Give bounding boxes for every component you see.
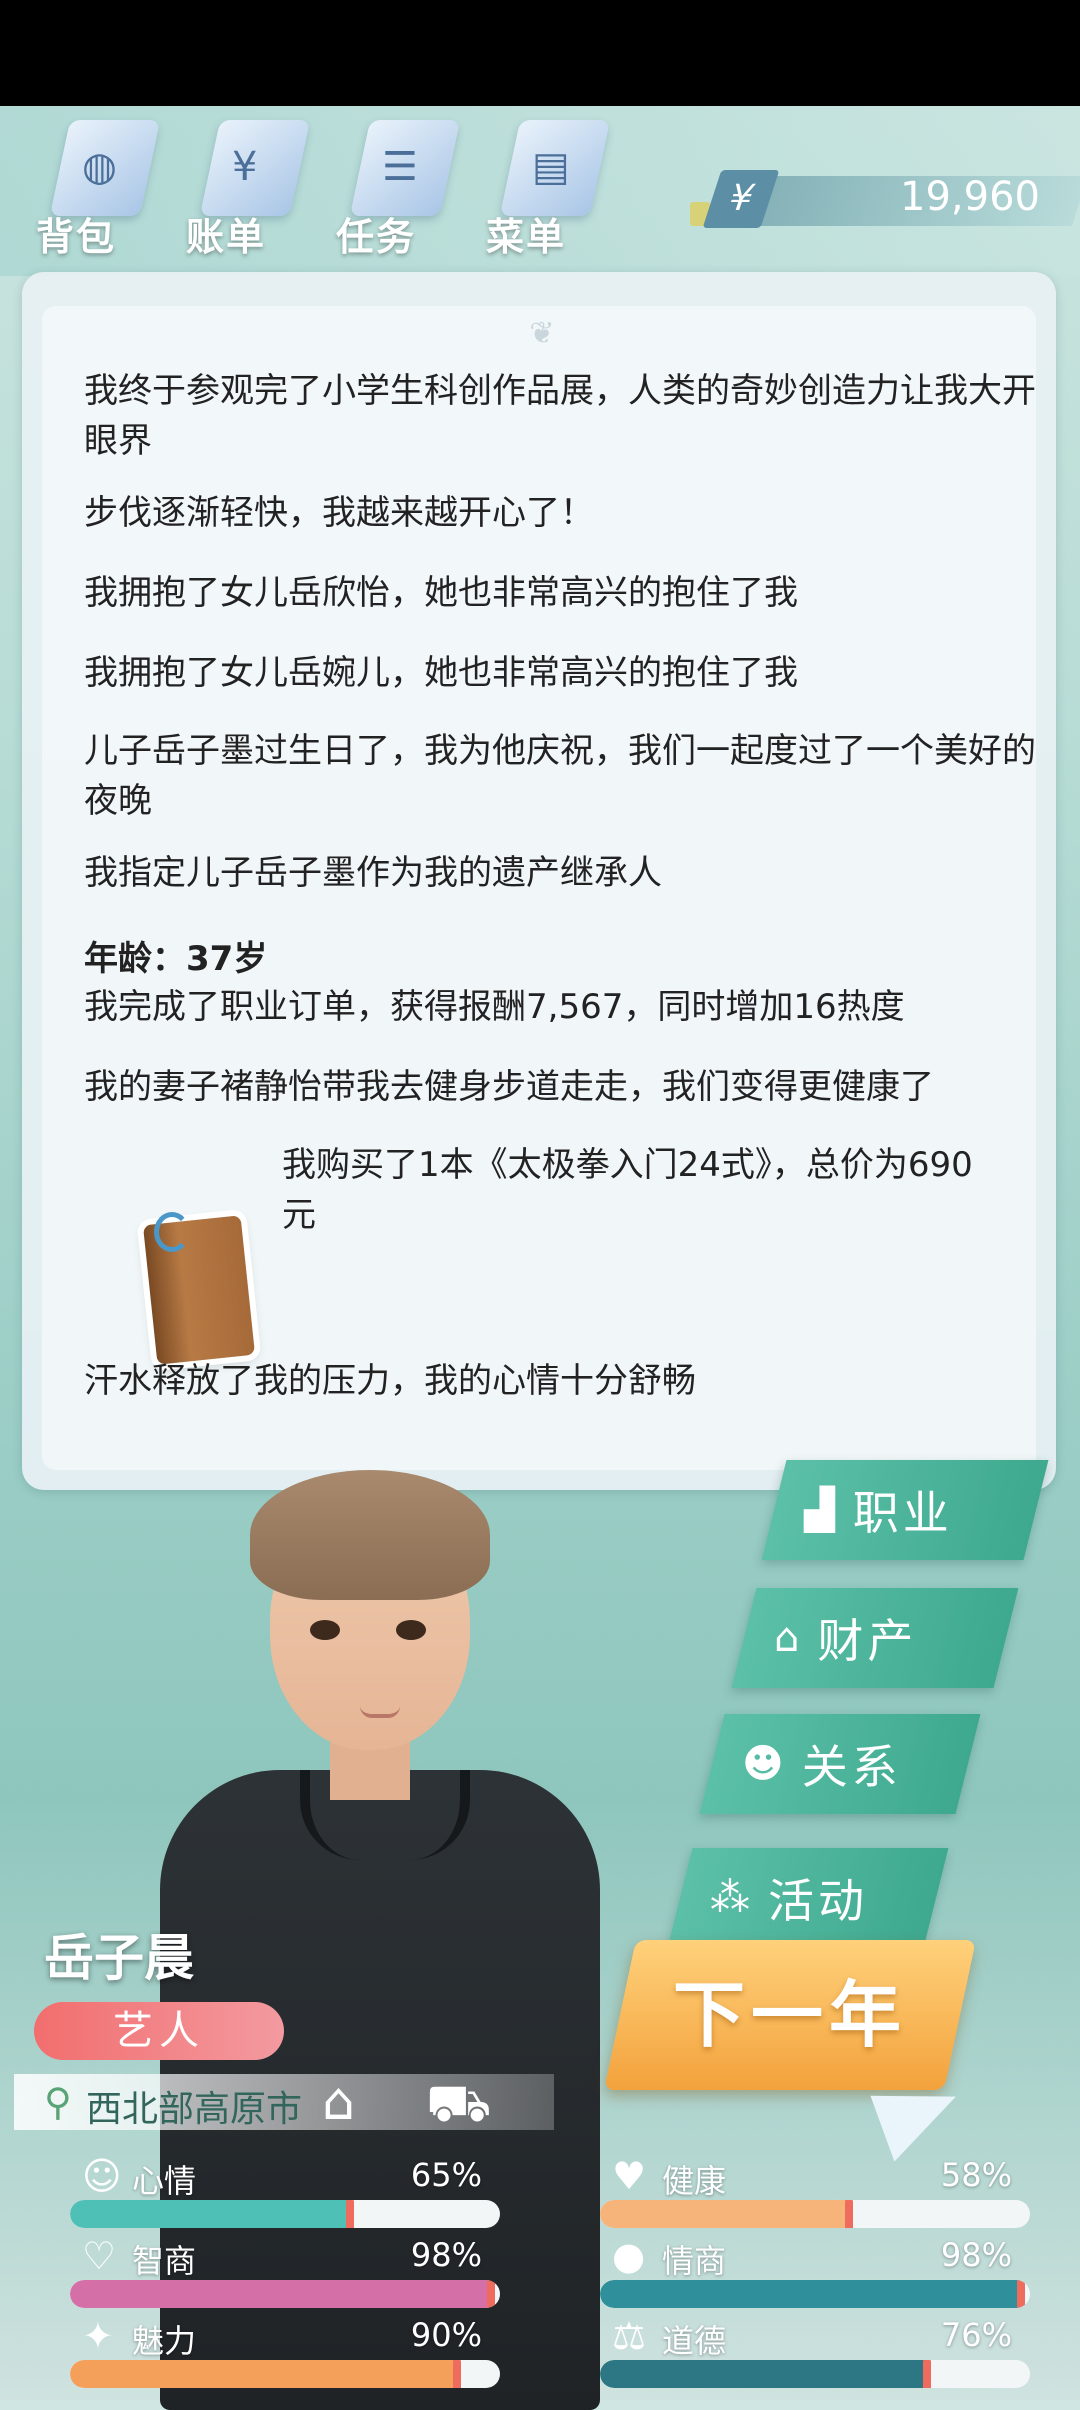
ornament-icon: ❦ [529,316,555,351]
event-log-panel[interactable]: ❦ 我终于参观完了小学生科创作品展，人类的奇妙创造力让我大开眼界 步伐逐渐轻快，… [22,272,1056,1490]
smile-icon: ☺ [82,2154,122,2198]
log-entry: 我拥抱了女儿岳欣怡，她也非常高兴的抱住了我 [84,573,798,613]
stat-charm: ✦ 魅力 90% [40,2310,500,2390]
property-button[interactable]: ⌂ 财产 [731,1588,1019,1688]
log-entry-purchase: 我购买了1本《太极拳入门24式》，总价为690元 [282,1145,973,1235]
stat-mood: ☺ 心情 65% [40,2150,500,2230]
scale-icon: ⚖ [612,2314,647,2358]
book-icon [140,1208,258,1372]
log-entry: 我终于参观完了小学生科创作品展，人类的奇妙创造力让我大开眼界 [84,371,1036,461]
log-entry: 步伐逐渐轻快，我越来越开心了！ [84,493,594,533]
stat-fill [600,2280,1022,2308]
player-name: 岳子晨 [44,1929,194,1987]
people-icon: ☻ [742,1741,784,1787]
apple-icon: ● [612,2234,646,2278]
heart-icon: ♥ [612,2154,647,2198]
star-icon: ✦ [82,2314,114,2358]
stat-eq: ● 情商 98% [570,2230,1030,2310]
stat-morality: ⚖ 道德 76% [570,2310,1030,2390]
job-badge: 艺人 [34,2002,284,2060]
age-heading: 年龄：37岁 [84,939,268,979]
location-pin-icon: ⚲ [44,2080,72,2124]
stat-fill [70,2360,457,2388]
log-entry: 我指定儿子岳子墨作为我的遗产继承人 [84,853,662,893]
car-icon[interactable]: ⛟ [426,2074,491,2141]
backpack-button[interactable]: ◍ 背包 [30,106,170,266]
location-text: 西北部高原市 [86,2089,303,2130]
stat-fill [70,2200,350,2228]
stat-health: ♥ 健康 58% [570,2150,1030,2230]
stat-fill [600,2360,927,2388]
activity-icon: ⁂ [710,1875,750,1921]
menu-button[interactable]: ▤ 菜单 [480,106,620,266]
brain-icon: ♡ [82,2234,117,2278]
money-value: 19,960 [900,174,1040,220]
location-bar: ⚲ 西北部高原市 ⌂ ⛟ [14,2072,554,2134]
stat-fill [600,2200,850,2228]
house-icon: ⌂ [774,1615,800,1661]
event-log-scroll[interactable]: ❦ 我终于参观完了小学生科创作品展，人类的奇妙创造力让我大开眼界 步伐逐渐轻快，… [42,306,1036,1470]
log-entry: 我拥抱了女儿岳婉儿，她也非常高兴的抱住了我 [84,653,798,693]
career-button[interactable]: ▟ 职业 [761,1460,1049,1560]
money-display: ¥ 19,960 [690,170,1080,232]
chart-icon: ▟ [804,1487,835,1533]
log-entry: 儿子岳子墨过生日了，我为他庆祝，我们一起度过了一个美好的夜晚 [84,731,1036,821]
bill-button[interactable]: ¥ 账单 [180,106,320,266]
task-button[interactable]: ☰ 任务 [330,106,470,266]
log-entry: 我完成了职业订单，获得报酬7,567，同时增加16热度 [84,987,905,1027]
home-icon[interactable]: ⌂ [322,2072,355,2132]
status-bar [0,0,1080,106]
log-entry: 汗水释放了我的压力，我的心情十分舒畅 [84,1361,696,1401]
stat-fill [70,2280,492,2308]
stats-panel: ☺ 心情 65% ♥ 健康 58% ♡ 智商 98% ● 情商 98% ✦ 魅力… [30,2150,1054,2400]
stat-iq: ♡ 智商 98% [40,2230,500,2310]
next-year-button[interactable]: 下一年 [604,1940,976,2090]
activity-button[interactable]: ⁂ 活动 [667,1848,949,1948]
log-entry: 我的妻子褚静怡带我去健身步道走走，我们变得更健康了 [84,1067,934,1107]
relationship-button[interactable]: ☻ 关系 [699,1714,981,1814]
